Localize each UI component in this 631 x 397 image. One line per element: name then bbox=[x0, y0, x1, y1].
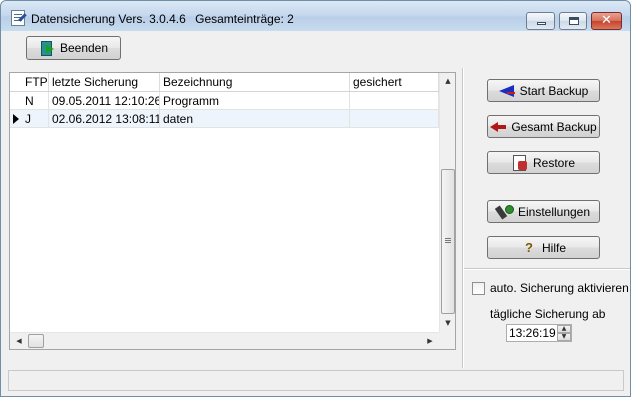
table-row[interactable]: N 09.05.2011 12:10:26 Programm bbox=[10, 92, 439, 110]
current-row-arrow-icon bbox=[10, 110, 22, 128]
spin-down-icon[interactable]: ▼ bbox=[557, 333, 571, 341]
minimize-icon bbox=[537, 22, 546, 25]
cell-last-backup: 09.05.2011 12:10:26 bbox=[49, 92, 160, 110]
cell-last-backup: 02.06.2012 13:08:11 bbox=[49, 110, 160, 128]
daily-backup-label: tägliche Sicherung ab bbox=[490, 307, 606, 321]
minimize-button[interactable] bbox=[526, 12, 555, 30]
window-title: Datensicherung Vers. 3.0.4.6 Gesamteintr… bbox=[31, 12, 294, 26]
scroll-corner bbox=[439, 332, 455, 349]
grid-header: FTP letzte Sicherung Bezeichnung gesiche… bbox=[10, 73, 439, 92]
scroll-down-icon[interactable]: ▼ bbox=[440, 315, 456, 331]
grip-icon bbox=[445, 238, 451, 239]
full-backup-arrow-icon bbox=[490, 119, 507, 135]
start-backup-button[interactable]: Start Backup bbox=[487, 79, 600, 102]
spin-up-icon[interactable]: ▲ bbox=[557, 325, 571, 333]
backup-grid[interactable]: FTP letzte Sicherung Bezeichnung gesiche… bbox=[9, 72, 456, 350]
full-backup-label: Gesamt Backup bbox=[511, 119, 597, 134]
start-backup-label: Start Backup bbox=[519, 83, 589, 98]
settings-button[interactable]: Einstellungen bbox=[487, 200, 600, 223]
settings-label: Einstellungen bbox=[517, 204, 591, 219]
scroll-up-icon[interactable]: ▲ bbox=[440, 73, 456, 89]
entries-count: Gesamteinträge: 2 bbox=[195, 12, 294, 26]
cell-saved bbox=[350, 92, 439, 110]
column-header-saved[interactable]: gesichert bbox=[350, 73, 439, 91]
exit-button-label: Beenden bbox=[59, 41, 109, 55]
table-row[interactable]: J 02.06.2012 13:08:11 daten bbox=[10, 110, 439, 128]
app-icon bbox=[11, 10, 25, 26]
restore-label: Restore bbox=[532, 155, 576, 170]
panel-divider bbox=[462, 68, 464, 368]
close-button[interactable]: ✕ bbox=[591, 12, 622, 30]
column-header-name[interactable]: Bezeichnung bbox=[160, 73, 350, 91]
help-button[interactable]: ? Hilfe bbox=[487, 236, 600, 259]
maximize-icon bbox=[569, 17, 579, 25]
backup-time-input[interactable]: 13:26:19 ▲ ▼ bbox=[506, 324, 572, 342]
column-header-last-backup[interactable]: letzte Sicherung bbox=[49, 73, 160, 91]
window-title-name: Datensicherung Vers. 3.0.4.6 bbox=[31, 12, 186, 26]
auto-backup-option[interactable]: auto. Sicherung aktivieren bbox=[472, 281, 629, 295]
full-backup-button[interactable]: Gesamt Backup bbox=[487, 115, 600, 138]
auto-backup-label[interactable]: auto. Sicherung aktivieren bbox=[490, 281, 629, 295]
restore-icon bbox=[512, 154, 528, 171]
horizontal-scroll-thumb[interactable] bbox=[28, 334, 44, 348]
backup-time-value[interactable]: 13:26:19 bbox=[509, 326, 556, 341]
help-label: Hilfe bbox=[541, 240, 566, 255]
column-header-ftp[interactable]: FTP bbox=[22, 73, 49, 91]
maximize-button[interactable] bbox=[559, 12, 587, 30]
cell-ftp: N bbox=[22, 92, 49, 110]
scroll-left-icon[interactable]: ◀ bbox=[11, 333, 27, 349]
exit-button[interactable]: Beenden bbox=[26, 36, 121, 60]
status-bar bbox=[8, 370, 624, 391]
app-window: Datensicherung Vers. 3.0.4.6 Gesamteintr… bbox=[0, 0, 631, 397]
section-divider bbox=[464, 268, 630, 270]
cell-name: daten bbox=[160, 110, 350, 128]
auto-backup-checkbox[interactable] bbox=[472, 281, 485, 295]
title-bar[interactable]: Datensicherung Vers. 3.0.4.6 Gesamteintr… bbox=[1, 1, 630, 31]
horizontal-scrollbar[interactable]: ◀ ▶ bbox=[10, 332, 439, 349]
vertical-scroll-thumb[interactable] bbox=[441, 169, 455, 314]
help-icon: ? bbox=[521, 240, 537, 256]
vertical-scrollbar[interactable]: ▲ ▼ bbox=[439, 73, 455, 332]
restore-button[interactable]: Restore bbox=[487, 151, 600, 174]
start-arrow-icon bbox=[498, 83, 515, 99]
cell-name: Programm bbox=[160, 92, 350, 110]
cell-ftp: J bbox=[22, 110, 49, 128]
cell-saved bbox=[350, 110, 439, 128]
exit-door-icon bbox=[39, 40, 55, 56]
tools-icon bbox=[497, 204, 514, 220]
scroll-right-icon[interactable]: ▶ bbox=[422, 333, 438, 349]
close-icon: ✕ bbox=[601, 13, 612, 28]
row-indicator bbox=[10, 92, 22, 110]
time-spinner[interactable]: ▲ ▼ bbox=[557, 325, 571, 341]
